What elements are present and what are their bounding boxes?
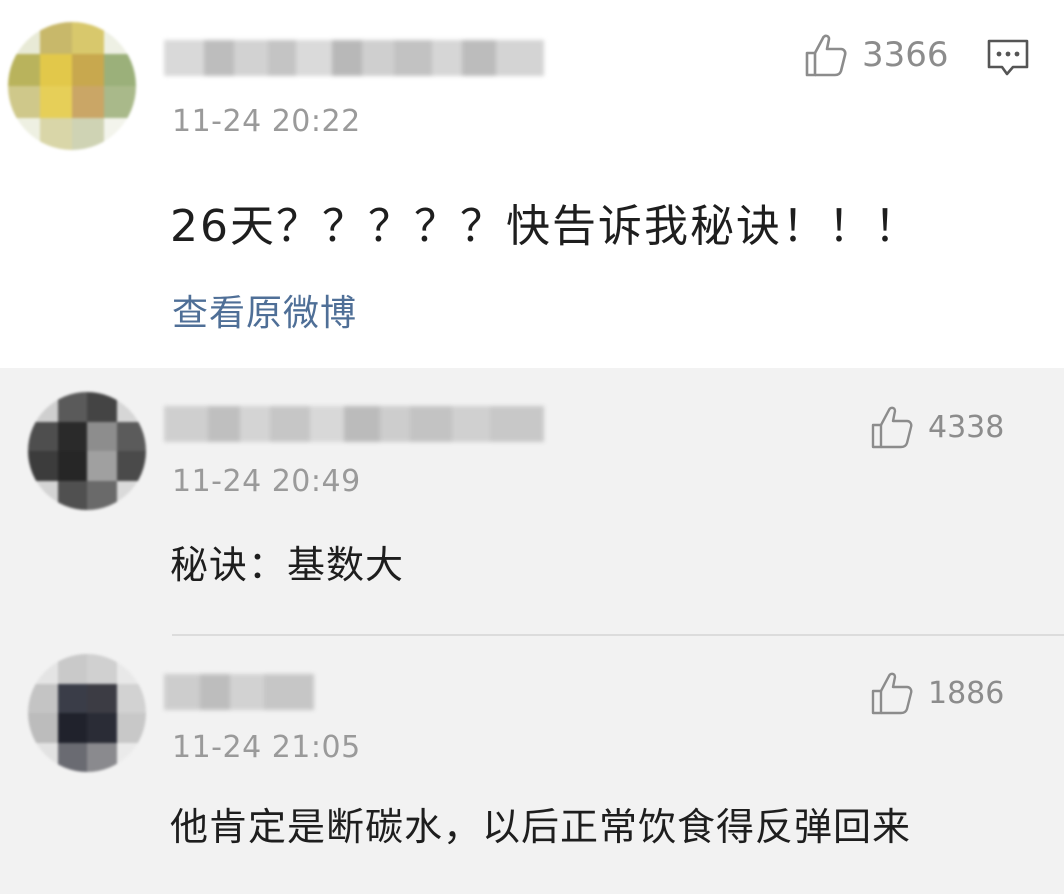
thumbs-up-icon — [870, 404, 914, 450]
reply-like-button[interactable]: 4338 — [870, 404, 1004, 450]
comment-bubble-icon[interactable] — [986, 38, 1030, 82]
like-button[interactable]: 3366 — [804, 32, 949, 78]
reply-username-blurred[interactable] — [164, 674, 314, 710]
comment-timestamp: 11-24 20:22 — [172, 104, 361, 139]
username-blurred[interactable] — [164, 40, 544, 76]
reply-text: 秘诀：基数大 — [170, 543, 405, 587]
main-comment: 11-24 20:22 26天？？？？？快告诉我秘诀！！！ 查看原微博 3366 — [0, 0, 1064, 368]
view-original-post-link[interactable]: 查看原微博 — [172, 284, 357, 336]
reply-like-count: 1886 — [928, 675, 1005, 711]
reply-divider — [172, 634, 1064, 636]
reply-like-count: 4338 — [928, 409, 1005, 445]
replies-section: 11-24 20:49 秘诀：基数大 4338 11-24 21:05 他肯定是… — [0, 368, 1064, 894]
comment-text: 26天？？？？？快告诉我秘诀！！！ — [170, 201, 920, 252]
reply-username-blurred[interactable] — [164, 406, 544, 442]
reply-avatar[interactable] — [28, 654, 146, 772]
reply-timestamp: 11-24 21:05 — [172, 730, 361, 765]
reply-avatar[interactable] — [28, 392, 146, 510]
user-avatar[interactable] — [8, 22, 136, 150]
thumbs-up-icon — [870, 670, 914, 716]
thumbs-up-icon — [804, 32, 848, 78]
reply-timestamp: 11-24 20:49 — [172, 464, 361, 499]
reply-text: 他肯定是断碳水，以后正常饮食得反弹回来 — [170, 805, 912, 849]
like-count: 3366 — [862, 35, 949, 75]
reply-like-button[interactable]: 1886 — [870, 670, 1004, 716]
